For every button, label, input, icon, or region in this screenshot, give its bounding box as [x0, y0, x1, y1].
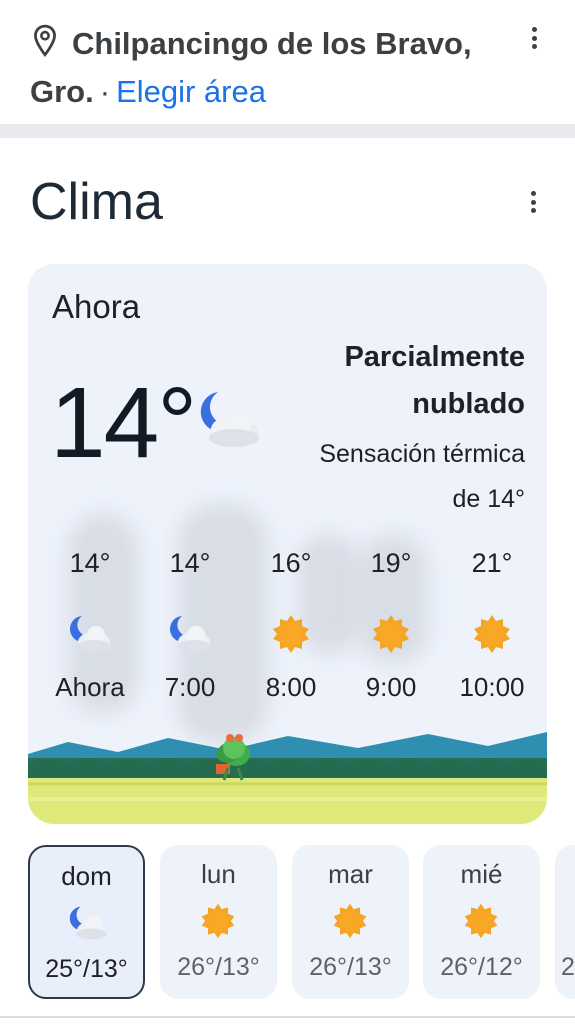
daily-day: dom — [61, 861, 112, 891]
hourly-temp: 14° — [69, 548, 111, 578]
daily-range: 26°/13° — [177, 953, 260, 981]
sun-icon — [273, 615, 309, 653]
partly-cloudy-night-icon — [69, 906, 108, 940]
hourly-time: 9:00 — [365, 672, 417, 702]
current-temperature: 14° — [50, 367, 197, 479]
daily-range: 25°/13° — [45, 955, 128, 983]
daily-card[interactable]: lun 26°/13° — [160, 845, 277, 999]
feels-like: Sensación térmica de 14° — [265, 432, 525, 522]
separator: · — [99, 74, 111, 109]
condition-line-2: nublado — [412, 388, 525, 420]
daily-range: 26°/13° — [309, 953, 392, 981]
partly-cloudy-night-icon — [170, 616, 211, 652]
location-header: Chilpancingo de los Bravo, Gro. · Elegir á… — [0, 0, 575, 124]
sun-icon — [464, 903, 498, 939]
now-label: Ahora — [52, 288, 141, 325]
section-divider — [0, 124, 575, 138]
weather-more-options-icon[interactable] — [523, 188, 543, 216]
daily-day: lun — [201, 859, 236, 889]
sun-icon — [373, 615, 409, 653]
daily-card-partial[interactable]: 2 — [555, 845, 575, 999]
partly-cloudy-night-icon — [200, 392, 259, 447]
daily-day: mar — [328, 859, 373, 889]
daily-range: 26°/12° — [440, 953, 523, 981]
hourly-temp: 21° — [471, 548, 513, 578]
sun-icon — [474, 615, 510, 653]
hourly-time: 7:00 — [164, 672, 216, 702]
partly-cloudy-night-icon — [70, 616, 111, 652]
location-name: Chilpancingo de los Bravo, — [72, 26, 472, 61]
daily-card[interactable]: mié 26°/12° — [423, 845, 540, 999]
sun-icon — [333, 903, 367, 939]
daily-card[interactable]: mar 26°/13° — [292, 845, 409, 999]
location-more-options-icon[interactable] — [524, 24, 544, 52]
location-pin-icon — [34, 24, 56, 58]
sun-icon — [201, 903, 235, 939]
hourly-temp: 14° — [169, 548, 211, 578]
choose-area-link[interactable]: Elegir área — [116, 74, 266, 109]
weather-card[interactable]: Ahora 14° Parcialmente nublado Sensación… — [28, 264, 547, 824]
daily-range: 2 — [561, 953, 575, 981]
feels-like-line-2: de 14° — [452, 485, 525, 513]
condition: Parcialmente nublado — [265, 334, 525, 428]
hourly-temp: 19° — [370, 548, 412, 578]
location-state: Gro. — [30, 74, 94, 109]
hourly-time: Ahora — [55, 672, 125, 702]
feels-like-line-1: Sensación térmica — [319, 440, 525, 468]
daily-card[interactable]: dom 25°/13° — [28, 845, 145, 999]
hourly-time: 10:00 — [459, 672, 525, 702]
hourly-time: 8:00 — [265, 672, 317, 702]
hourly-temp: 16° — [270, 548, 312, 578]
location-line-2: Gro. · Elegir área — [30, 68, 266, 116]
weather-title: Clima — [30, 173, 163, 231]
daily-day: mié — [460, 859, 503, 889]
landscape-illustration — [28, 732, 547, 824]
bottom-divider — [0, 1016, 575, 1018]
condition-line-1: Parcialmente — [344, 341, 525, 373]
